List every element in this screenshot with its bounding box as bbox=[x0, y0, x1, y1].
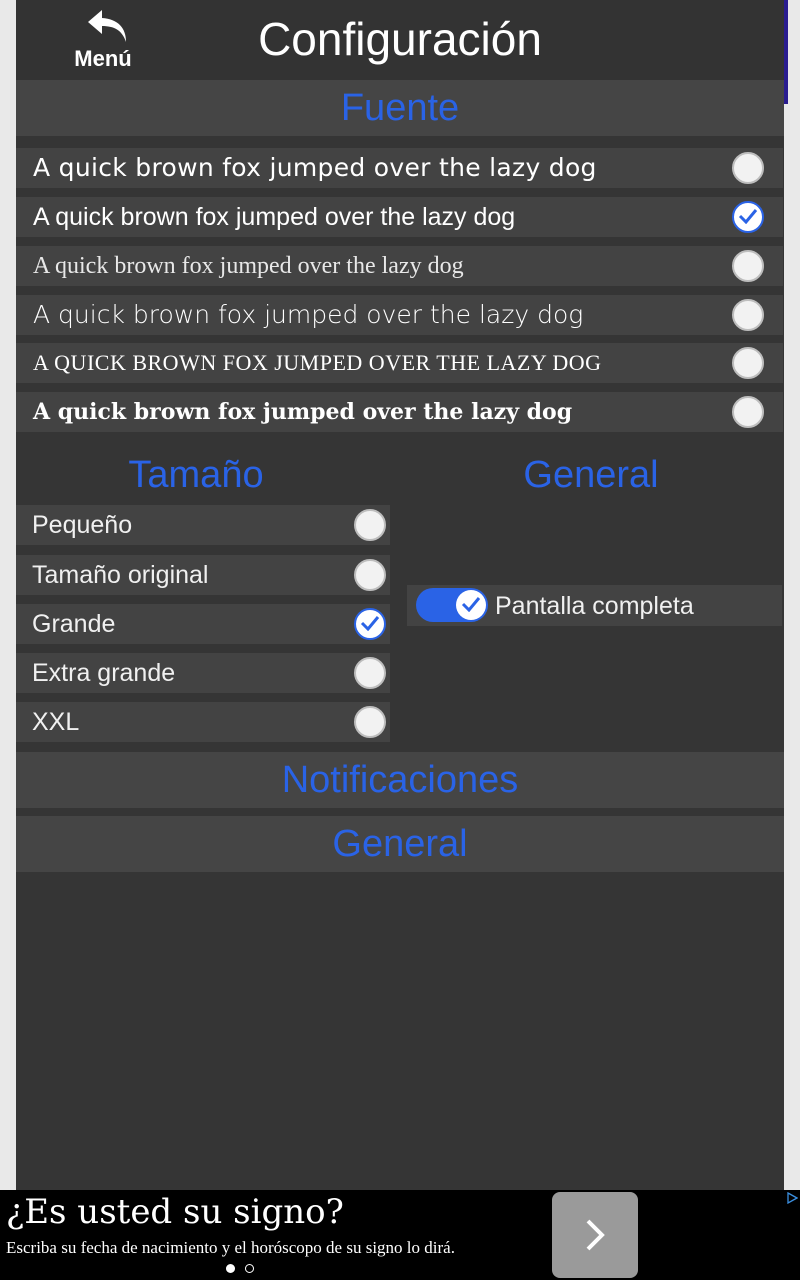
toggle-knob bbox=[456, 590, 486, 620]
fullscreen-toggle[interactable] bbox=[416, 588, 488, 622]
font-option-3[interactable]: A quick brown fox jumped over the lazy d… bbox=[16, 246, 783, 286]
font-option-label: A quick brown fox jumped over the lazy d… bbox=[33, 399, 573, 425]
radio-unchecked-icon[interactable] bbox=[354, 559, 386, 591]
notifications-section-bar[interactable]: Notificaciones bbox=[16, 752, 784, 808]
size-option-original[interactable]: Tamaño original bbox=[16, 555, 390, 595]
font-option-label: A quick brown fox jumped over the lazy d… bbox=[33, 203, 516, 231]
font-option-5[interactable]: A QUICK BROWN FOX JUMPED OVER THE LAZY D… bbox=[16, 343, 783, 383]
radio-unchecked-icon[interactable] bbox=[732, 396, 764, 428]
size-option-extra-large[interactable]: Extra grande bbox=[16, 653, 390, 693]
radio-unchecked-icon[interactable] bbox=[732, 347, 764, 379]
general-section-bar[interactable]: General bbox=[16, 816, 784, 872]
size-option-small[interactable]: Pequeño bbox=[16, 505, 390, 545]
accent-strip bbox=[784, 0, 788, 104]
radio-checked-icon[interactable] bbox=[732, 201, 764, 233]
chevron-right-icon bbox=[586, 1219, 605, 1251]
page-title: Configuración bbox=[258, 13, 542, 65]
font-option-label: A quick brown fox jumped over the lazy d… bbox=[33, 253, 464, 279]
radio-unchecked-icon[interactable] bbox=[732, 250, 764, 282]
size-option-label: Pequeño bbox=[32, 511, 133, 539]
ad-description[interactable]: Escriba su fecha de nacimiento y el horó… bbox=[6, 1238, 455, 1258]
size-option-large[interactable]: Grande bbox=[16, 604, 390, 644]
radio-unchecked-icon[interactable] bbox=[732, 152, 764, 184]
general-section-title: General bbox=[523, 454, 659, 496]
ad-title[interactable]: ¿Es usted su signo? bbox=[6, 1192, 344, 1232]
radio-unchecked-icon[interactable] bbox=[732, 299, 764, 331]
font-option-6[interactable]: A quick brown fox jumped over the lazy d… bbox=[16, 392, 783, 432]
size-option-label: Tamaño original bbox=[32, 561, 209, 589]
radio-unchecked-icon[interactable] bbox=[354, 509, 386, 541]
radio-unchecked-icon[interactable] bbox=[354, 657, 386, 689]
font-option-4[interactable]: A quick brown fox jumped over the lazy d… bbox=[16, 295, 783, 335]
fullscreen-setting: Pantalla completa bbox=[407, 585, 782, 626]
font-option-label: A QUICK BROWN FOX JUMPED OVER THE LAZY D… bbox=[33, 350, 602, 375]
ad-next-button[interactable] bbox=[552, 1192, 638, 1278]
font-option-label: A quick brown fox jumped over the lazy d… bbox=[33, 300, 584, 329]
size-option-label: Grande bbox=[32, 610, 116, 638]
font-section-title: Fuente bbox=[16, 80, 784, 136]
page-dot-active[interactable] bbox=[226, 1264, 235, 1273]
size-option-label: Extra grande bbox=[32, 659, 176, 687]
size-option-label: XXL bbox=[32, 708, 80, 736]
ad-info-icon[interactable] bbox=[786, 1192, 798, 1204]
header: Menú Configuración bbox=[16, 0, 784, 80]
page-dot[interactable] bbox=[245, 1264, 254, 1273]
ad-banner[interactable]: ¿Es usted su signo? Escriba su fecha de … bbox=[0, 1190, 800, 1280]
font-option-label: A quick brown fox jumped over the lazy d… bbox=[33, 153, 597, 182]
radio-unchecked-icon[interactable] bbox=[354, 706, 386, 738]
font-option-2[interactable]: A quick brown fox jumped over the lazy d… bbox=[16, 197, 783, 237]
size-section-title: Tamaño bbox=[128, 454, 264, 496]
font-option-1[interactable]: A quick brown fox jumped over the lazy d… bbox=[16, 148, 783, 188]
radio-checked-icon[interactable] bbox=[354, 608, 386, 640]
fullscreen-label: Pantalla completa bbox=[495, 592, 694, 620]
size-option-xxl[interactable]: XXL bbox=[16, 702, 390, 742]
